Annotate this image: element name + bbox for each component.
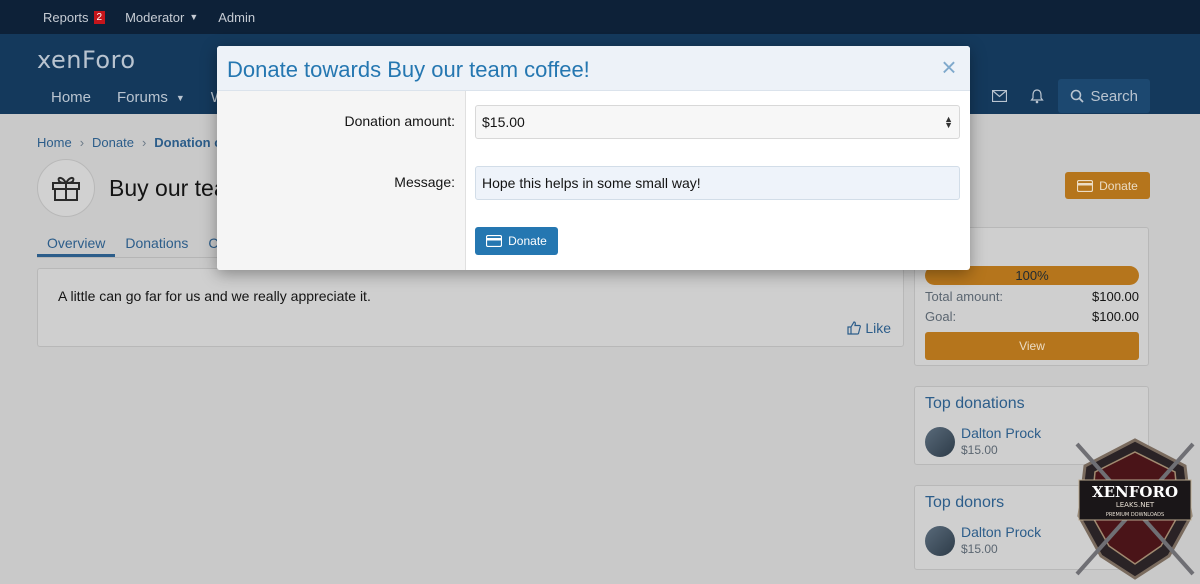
page-title: Buy our tea xyxy=(109,174,227,201)
caret-down-icon: ▼ xyxy=(189,12,199,22)
chevron-right-icon: › xyxy=(79,135,85,150)
search-label: Search xyxy=(1090,87,1138,105)
credit-card-icon xyxy=(1077,179,1094,192)
reports-link[interactable]: Reports 2 xyxy=(43,9,106,25)
breadcrumb-donate[interactable]: Donate xyxy=(92,135,134,150)
nav-tab-home[interactable]: Home xyxy=(38,82,104,114)
goal-label: Goal: xyxy=(925,309,957,324)
select-arrows-icon: ▲ ▼ xyxy=(944,114,953,130)
donate-modal: Donate towards Buy our team coffee! × Do… xyxy=(217,46,970,270)
list-item: Dalton Prock $15.00 xyxy=(925,524,1041,556)
donation-amount: $15.00 xyxy=(961,542,998,556)
modal-header: Donate towards Buy our team coffee! × xyxy=(217,46,970,91)
like-label: Like xyxy=(865,320,891,336)
page-header: Buy our tea xyxy=(37,159,227,217)
view-button[interactable]: View xyxy=(925,332,1139,360)
donation-amount-select[interactable]: $15.00 ▲ ▼ xyxy=(475,105,960,139)
admin-label: Admin xyxy=(218,9,256,25)
modal-title: Donate towards Buy our team coffee! xyxy=(227,57,590,82)
admin-link[interactable]: Admin xyxy=(218,10,255,25)
tab-overview[interactable]: Overview xyxy=(37,229,116,257)
breadcrumb-home[interactable]: Home xyxy=(37,135,72,150)
inbox-icon[interactable] xyxy=(982,79,1016,113)
avatar[interactable] xyxy=(925,427,955,457)
progress-label: 100% xyxy=(1015,268,1049,283)
thumbs-up-icon xyxy=(847,321,862,335)
chevron-right-icon: › xyxy=(141,135,147,150)
goal-value: $100.00 xyxy=(1092,309,1139,324)
bell-icon[interactable] xyxy=(1020,79,1054,113)
breadcrumb: Home › Donate › Donation ca xyxy=(37,135,229,150)
moderator-label: Moderator xyxy=(125,9,185,25)
total-amount-row: Total amount: $100.00 xyxy=(925,289,1139,304)
message-input[interactable]: Hope this helps in some small way! xyxy=(475,166,960,200)
main-nav: Home Forums▼ Wi xyxy=(38,82,241,114)
like-button[interactable]: Like xyxy=(847,320,891,336)
top-donations-title[interactable]: Top donations xyxy=(925,395,1025,413)
tab-donations[interactable]: Donations xyxy=(115,229,198,257)
campaign-description: A little can go far for us and we really… xyxy=(37,268,904,347)
donation-amount-value: $15.00 xyxy=(482,114,525,130)
donate-button[interactable]: Donate xyxy=(1065,172,1150,199)
watermark-line2: LEAKS.NET xyxy=(1116,501,1155,509)
total-amount-label: Total amount: xyxy=(925,289,1004,304)
list-item: Dalton Prock $15.00 xyxy=(925,425,1041,457)
submit-donate-label: Donate xyxy=(508,234,547,248)
nav-tab-forums[interactable]: Forums ▼ xyxy=(104,82,198,114)
top-donors-title[interactable]: Top donors xyxy=(925,494,1004,512)
donate-button-label: Donate xyxy=(1099,178,1138,193)
nav-tab-label: Forums xyxy=(117,89,168,106)
donor-name[interactable]: Dalton Prock xyxy=(961,524,1041,540)
credit-card-icon xyxy=(486,235,503,247)
reports-label: Reports xyxy=(43,9,89,25)
donor-name[interactable]: Dalton Prock xyxy=(961,425,1041,441)
description-text: A little can go far for us and we really… xyxy=(58,288,371,304)
watermark-line3: PREMIUM DOWNLOADS xyxy=(1106,512,1164,518)
donation-amount: $15.00 xyxy=(961,443,998,457)
watermark-logo: XENFORO LEAKS.NET PREMIUM DOWNLOADS xyxy=(1075,438,1195,580)
total-amount-value: $100.00 xyxy=(1092,289,1139,304)
avatar[interactable] xyxy=(925,526,955,556)
nav-tab-label: Home xyxy=(51,89,92,106)
gift-icon xyxy=(37,159,95,217)
search-button[interactable]: Search xyxy=(1058,79,1150,113)
close-icon[interactable]: × xyxy=(936,54,962,80)
search-icon xyxy=(1071,89,1085,103)
site-logo[interactable]: xenForo xyxy=(37,46,136,74)
chevron-down-icon[interactable]: ▼ xyxy=(176,93,185,103)
watermark-line1: XENFORO xyxy=(1092,483,1178,501)
moderator-menu[interactable]: Moderator ▼ xyxy=(125,10,198,25)
donation-amount-label: Donation amount: xyxy=(344,113,455,129)
goal-row: Goal: $100.00 xyxy=(925,309,1139,324)
user-nav: ff Search xyxy=(944,79,1150,113)
submit-donate-button[interactable]: Donate xyxy=(475,227,558,255)
modal-body: Donation amount: Message: $15.00 ▲ ▼ Hope… xyxy=(217,91,970,270)
message-label: Message: xyxy=(394,174,455,190)
reports-count-badge: 2 xyxy=(93,10,106,24)
form-label-column: Donation amount: Message: xyxy=(217,91,466,270)
staff-bar: Reports 2 Moderator ▼ Admin xyxy=(0,0,1200,34)
